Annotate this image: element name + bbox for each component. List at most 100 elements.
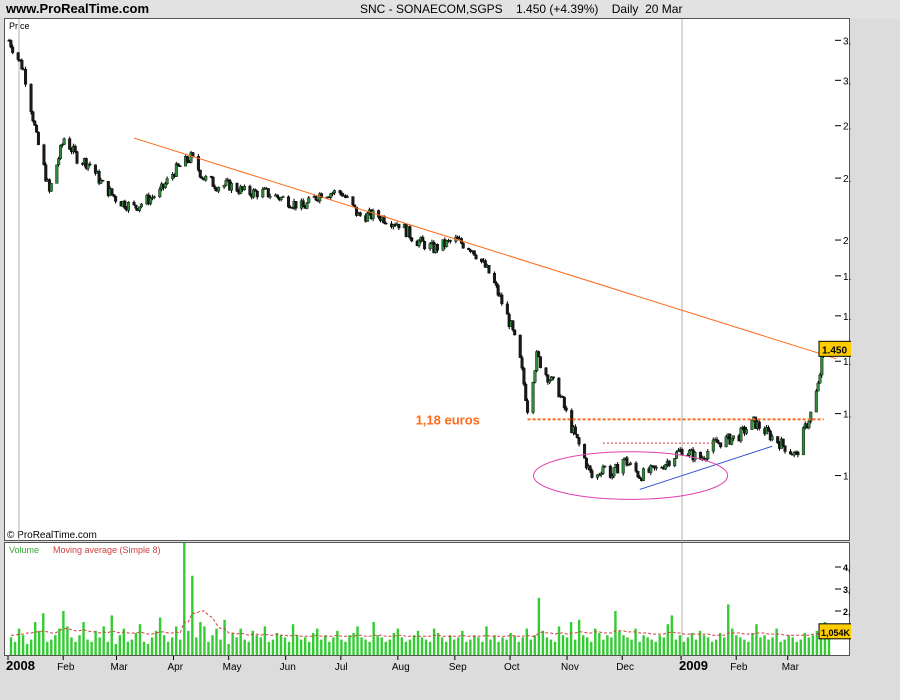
x-tick-label: 2009: [679, 658, 708, 673]
candle-body: [138, 206, 142, 211]
date-axis: 2008 Feb Mar Apr May Jun Jul Aug Sep Oct Nov Dec 200…: [6, 656, 800, 673]
candle-body: [776, 436, 780, 443]
candle-body: [492, 273, 496, 284]
candle-body: [24, 68, 28, 85]
y-tick-label: 1.2: [843, 410, 851, 421]
x-tick-label: Aug: [392, 662, 410, 673]
candle-body: [654, 467, 658, 469]
price-chart[interactable]: Price© ProRealTime.com3.63.22.82.421.81.…: [5, 19, 851, 542]
candle-body: [384, 222, 388, 225]
candle-body: [730, 438, 734, 445]
candle-body: [494, 282, 498, 286]
candle-body: [781, 438, 785, 446]
candle-body: [789, 451, 793, 455]
candle-body: [818, 374, 822, 384]
candle-body: [590, 470, 594, 478]
price-panel[interactable]: Price© ProRealTime.com3.63.22.82.421.81.…: [4, 18, 851, 542]
x-tick-label: Sep: [449, 662, 467, 673]
candle-body: [222, 185, 226, 188]
candle-body: [612, 467, 616, 477]
candle-body: [31, 111, 35, 122]
candle-body: [410, 237, 414, 242]
candle-body: [421, 236, 425, 242]
candle-body: [629, 462, 633, 465]
candle-body: [715, 439, 719, 443]
volume-label: Volume: [9, 545, 39, 555]
candle-body: [55, 164, 59, 184]
vol-y-tick-label: 3,000K: [843, 585, 851, 595]
candle-body: [281, 196, 285, 198]
candle-body: [358, 212, 362, 216]
candle-body: [68, 138, 72, 150]
candle-body: [213, 186, 217, 189]
candle-body: [472, 250, 476, 256]
y-tick-label: 3.2: [843, 76, 851, 87]
candle-body: [217, 186, 221, 192]
candle-body: [242, 185, 246, 191]
vol-y-tick-label: 2,000K: [843, 607, 851, 617]
candle-body: [641, 468, 645, 481]
candle-body: [814, 390, 818, 413]
candle-body: [531, 382, 535, 413]
candle-body: [211, 177, 215, 187]
candle-body: [58, 145, 62, 159]
candle-body: [557, 377, 561, 398]
candle-body: [583, 444, 587, 459]
candle-body: [634, 462, 638, 472]
candle-body: [110, 188, 114, 195]
candle-body: [20, 60, 24, 70]
x-tick-label: May: [223, 662, 242, 673]
candle-body: [248, 185, 252, 195]
candle-body: [487, 265, 491, 274]
x-tick-label: Jul: [335, 662, 348, 673]
candle-body: [127, 201, 131, 211]
y-tick-label: 1.4: [843, 357, 851, 368]
header-bar: www.ProRealTime.com SNC - SONAECOM,SGPS …: [0, 0, 900, 18]
volume-ma-label: Moving average (Simple 8): [53, 545, 161, 555]
candle-body: [230, 183, 234, 191]
candle-body: [366, 212, 370, 222]
candle-body: [744, 429, 748, 434]
candle-body: [198, 169, 202, 178]
candle-body: [57, 158, 61, 166]
candle-body: [524, 383, 528, 401]
candle-body: [163, 183, 167, 188]
y-tick-label: 2.8: [843, 122, 851, 133]
candle-body: [33, 120, 37, 126]
volume-ma-line: [11, 610, 830, 637]
candle-body: [687, 450, 691, 456]
candle-body: [307, 197, 311, 204]
candle-body: [680, 449, 684, 456]
x-tick-label: Dec: [616, 662, 634, 673]
volume-panel[interactable]: Volume Moving average (Simple 8) 4,000K 3,0…: [4, 542, 851, 657]
site-name[interactable]: www.ProRealTime.com: [6, 1, 149, 16]
candle-body: [575, 434, 579, 438]
candle-body: [158, 188, 162, 197]
candle-body: [801, 427, 805, 456]
candle-body: [36, 131, 40, 145]
candle-body: [522, 367, 526, 385]
x-tick-label: Mar: [782, 662, 800, 673]
candle-body: [551, 376, 555, 379]
candle-body: [544, 367, 548, 376]
candle-body: [149, 197, 153, 204]
candle-body: [636, 471, 640, 478]
candle-body: [176, 163, 180, 167]
candle-body: [732, 435, 736, 439]
candle-body: [667, 460, 671, 467]
candle-body: [750, 419, 754, 430]
candle-body: [377, 210, 381, 218]
candle-body: [42, 144, 46, 165]
candle-body: [75, 151, 79, 164]
candle-body: [511, 320, 515, 331]
candle-body: [564, 407, 568, 411]
candle-body: [518, 334, 522, 358]
candle-body: [397, 223, 401, 229]
candle-body: [255, 191, 259, 198]
candle-body: [266, 188, 270, 198]
candle-body: [673, 458, 677, 467]
candle-body: [505, 303, 509, 315]
candle-body: [500, 294, 504, 305]
volume-chart[interactable]: Volume Moving average (Simple 8) 4,000K 3,0…: [5, 543, 851, 657]
candle-body: [548, 380, 552, 383]
